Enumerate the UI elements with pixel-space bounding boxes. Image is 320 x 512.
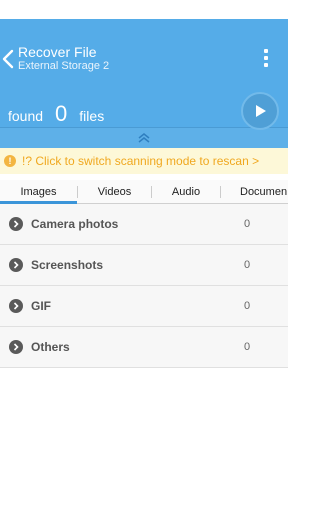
chevron-right-circle-icon (9, 299, 23, 313)
list-item[interactable]: Screenshots 0 (0, 245, 288, 286)
list-item-label: Others (31, 340, 70, 354)
storage-subtitle: External Storage 2 (18, 60, 110, 72)
rescan-notice-text: !? Click to switch scanning mode to resc… (22, 154, 260, 168)
chevron-right-circle-icon (9, 217, 23, 231)
rescan-notice[interactable]: ! !? Click to switch scanning mode to re… (0, 148, 288, 174)
tab-documents[interactable]: Documen (221, 180, 288, 203)
tab-label: Images (20, 185, 57, 198)
category-tabs: Images Videos Audio Documen (0, 180, 288, 204)
warning-icon: ! (4, 155, 16, 167)
list-item[interactable]: Camera photos 0 (0, 204, 288, 245)
chevron-right-circle-icon (9, 340, 23, 354)
list-item-count: 0 (244, 218, 251, 230)
tab-label: Audio (171, 185, 201, 198)
play-icon (256, 105, 266, 117)
list-item-label: GIF (31, 299, 51, 313)
list-item-count: 0 (244, 259, 251, 271)
page-title: Recover File (18, 44, 97, 60)
start-scan-button[interactable] (241, 92, 279, 130)
list-item-count: 0 (244, 341, 251, 353)
tab-images[interactable]: Images (0, 180, 77, 204)
tab-videos[interactable]: Videos (78, 180, 151, 203)
found-summary: found 0 files (8, 101, 104, 127)
list-item-label: Camera photos (31, 217, 119, 231)
overflow-menu-icon[interactable] (263, 49, 269, 67)
list-item-count: 0 (244, 300, 251, 312)
found-count: 0 (55, 101, 68, 126)
files-label: files (79, 108, 105, 124)
list-item[interactable]: Others 0 (0, 327, 288, 368)
tab-audio[interactable]: Audio (152, 180, 220, 203)
found-label: found (8, 108, 44, 124)
app-header: Recover File External Storage 2 found 0 … (0, 19, 288, 130)
double-chevron-up-icon (138, 133, 150, 143)
tab-label: Videos (97, 185, 132, 198)
category-list: Camera photos 0 Screenshots 0 GIF 0 Othe… (0, 204, 288, 368)
list-item-label: Screenshots (31, 258, 104, 272)
list-item[interactable]: GIF 0 (0, 286, 288, 327)
tab-label: Documen (240, 185, 288, 198)
back-icon[interactable] (2, 49, 14, 69)
collapse-toggle[interactable] (0, 127, 288, 148)
chevron-right-circle-icon (9, 258, 23, 272)
status-bar (0, 0, 288, 19)
